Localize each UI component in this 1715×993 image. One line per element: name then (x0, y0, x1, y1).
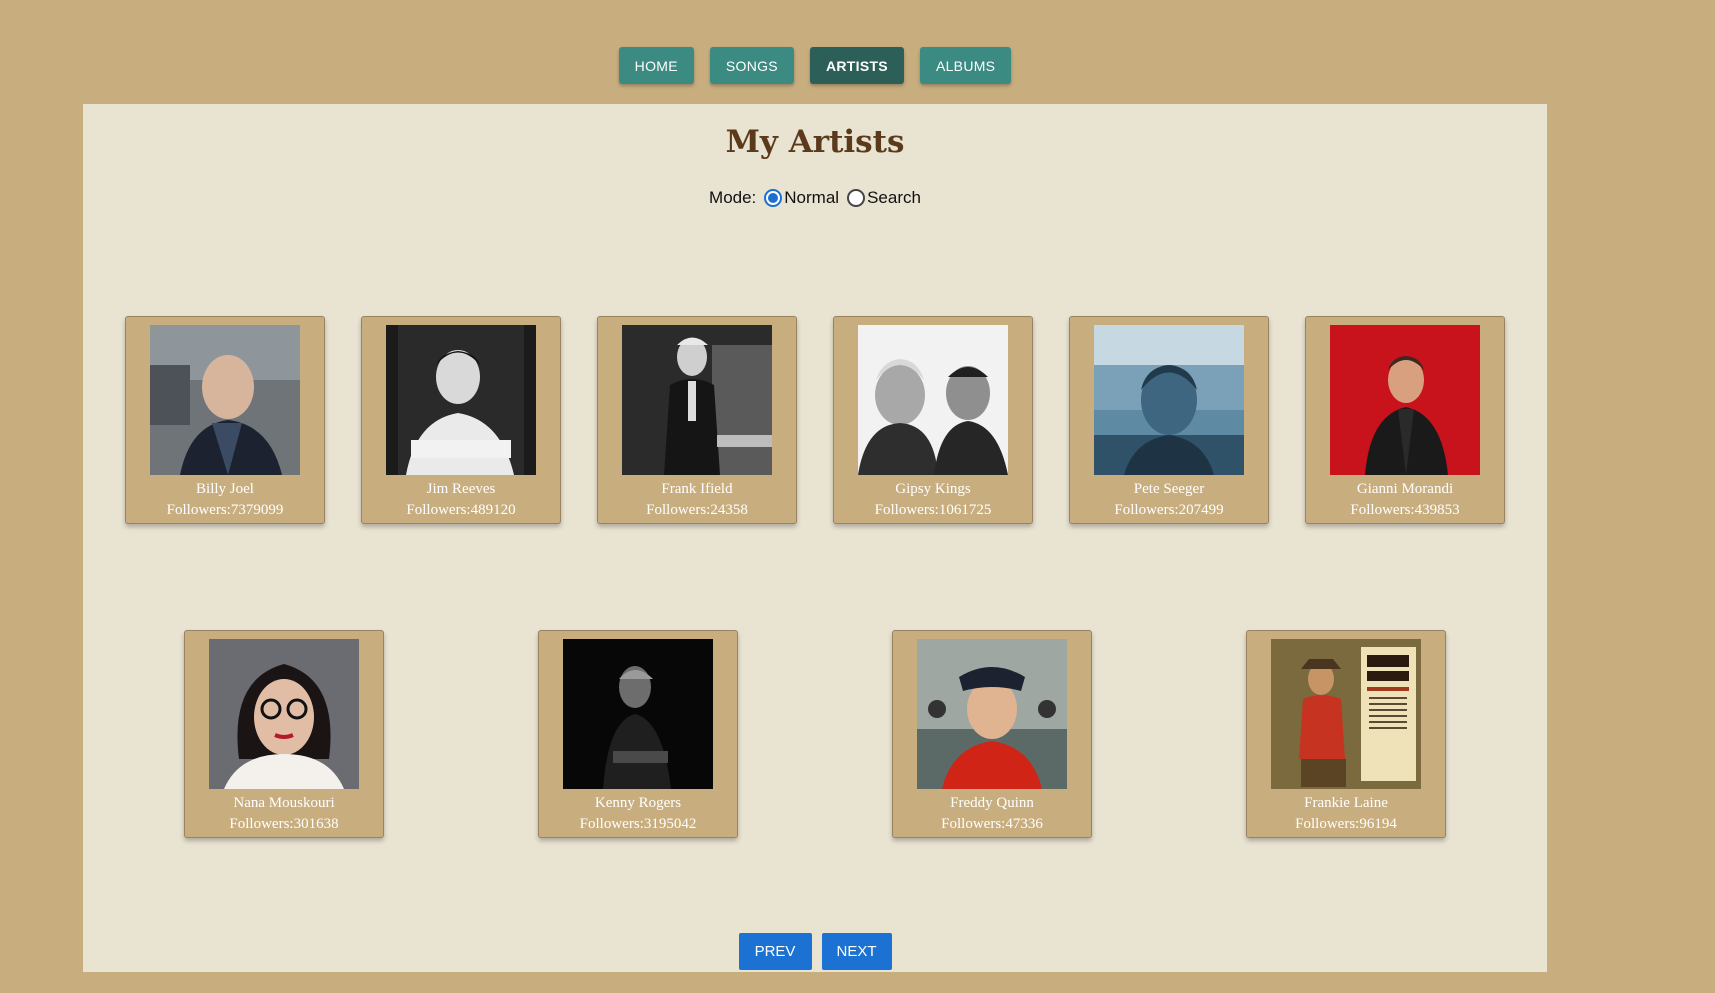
artist-followers: Followers:7379099 (166, 502, 284, 518)
artist-followers: Followers:96194 (1295, 816, 1397, 832)
top-nav: HOME SONGS ARTISTS ALBUMS (0, 47, 1630, 84)
artist-followers: Followers:207499 (1114, 502, 1224, 518)
artist-card[interactable]: Billy Joel Followers:7379099 (125, 316, 325, 524)
artist-name: Nana Mouskouri (233, 795, 335, 811)
nav-artists-button[interactable]: ARTISTS (809, 47, 904, 84)
artist-photo (150, 325, 300, 475)
nav-home-button[interactable]: HOME (618, 47, 694, 84)
artist-photo (563, 639, 713, 789)
artist-photo (1094, 325, 1244, 475)
artist-name: Gianni Morandi (1356, 481, 1454, 497)
artist-card[interactable]: Pete Seeger Followers:207499 (1069, 316, 1269, 524)
mode-normal-label[interactable]: Normal (784, 188, 839, 208)
artist-photo (622, 325, 772, 475)
artists-panel: My Artists Mode: Normal Search Billy Joe… (83, 104, 1547, 972)
artist-name: Gipsy Kings (895, 481, 971, 497)
next-button[interactable]: NEXT (821, 933, 892, 970)
prev-button[interactable]: PREV (738, 933, 812, 970)
artist-photo (917, 639, 1067, 789)
artist-card[interactable]: Gianni Morandi Followers:439853 (1305, 316, 1505, 524)
pagination: PREV NEXT (83, 933, 1547, 970)
mode-search-radio[interactable] (847, 189, 866, 207)
artist-name: Billy Joel (196, 481, 254, 497)
artist-followers: Followers:47336 (941, 816, 1043, 832)
artist-card[interactable]: Frankie Laine Followers:96194 (1246, 630, 1446, 838)
artist-name: Jim Reeves (426, 481, 496, 497)
artist-card[interactable]: Frank Ifield Followers:24358 (597, 316, 797, 524)
nav-songs-button[interactable]: SONGS (709, 47, 794, 84)
mode-selector: Mode: Normal Search (83, 188, 1547, 208)
artist-followers: Followers:489120 (406, 502, 516, 518)
artist-followers: Followers:24358 (646, 502, 748, 518)
artist-card[interactable]: Jim Reeves Followers:489120 (361, 316, 561, 524)
mode-label: Mode: (709, 188, 757, 207)
page-title: My Artists (725, 124, 905, 160)
artist-photo (209, 639, 359, 789)
artist-name: Frank Ifield (661, 481, 733, 497)
artist-photo (1330, 325, 1480, 475)
artist-photo (858, 325, 1008, 475)
artist-card[interactable]: Gipsy Kings Followers:1061725 (833, 316, 1033, 524)
artist-followers: Followers:439853 (1350, 502, 1460, 518)
mode-search-label[interactable]: Search (867, 188, 921, 208)
artist-card[interactable]: Nana Mouskouri Followers:301638 (184, 630, 384, 838)
artist-name: Frankie Laine (1304, 795, 1388, 811)
artist-followers: Followers:1061725 (874, 502, 992, 518)
mode-normal-radio[interactable] (764, 189, 783, 207)
artist-name: Kenny Rogers (594, 795, 682, 811)
artist-name: Freddy Quinn (950, 795, 1034, 811)
artist-followers: Followers:3195042 (579, 816, 697, 832)
artist-followers: Followers:301638 (229, 816, 339, 832)
artist-name: Pete Seeger (1133, 481, 1205, 497)
artist-card[interactable]: Kenny Rogers Followers:3195042 (538, 630, 738, 838)
artist-photo (386, 325, 536, 475)
artist-card[interactable]: Freddy Quinn Followers:47336 (892, 630, 1092, 838)
artist-photo (1271, 639, 1421, 789)
nav-albums-button[interactable]: ALBUMS (919, 47, 1012, 84)
